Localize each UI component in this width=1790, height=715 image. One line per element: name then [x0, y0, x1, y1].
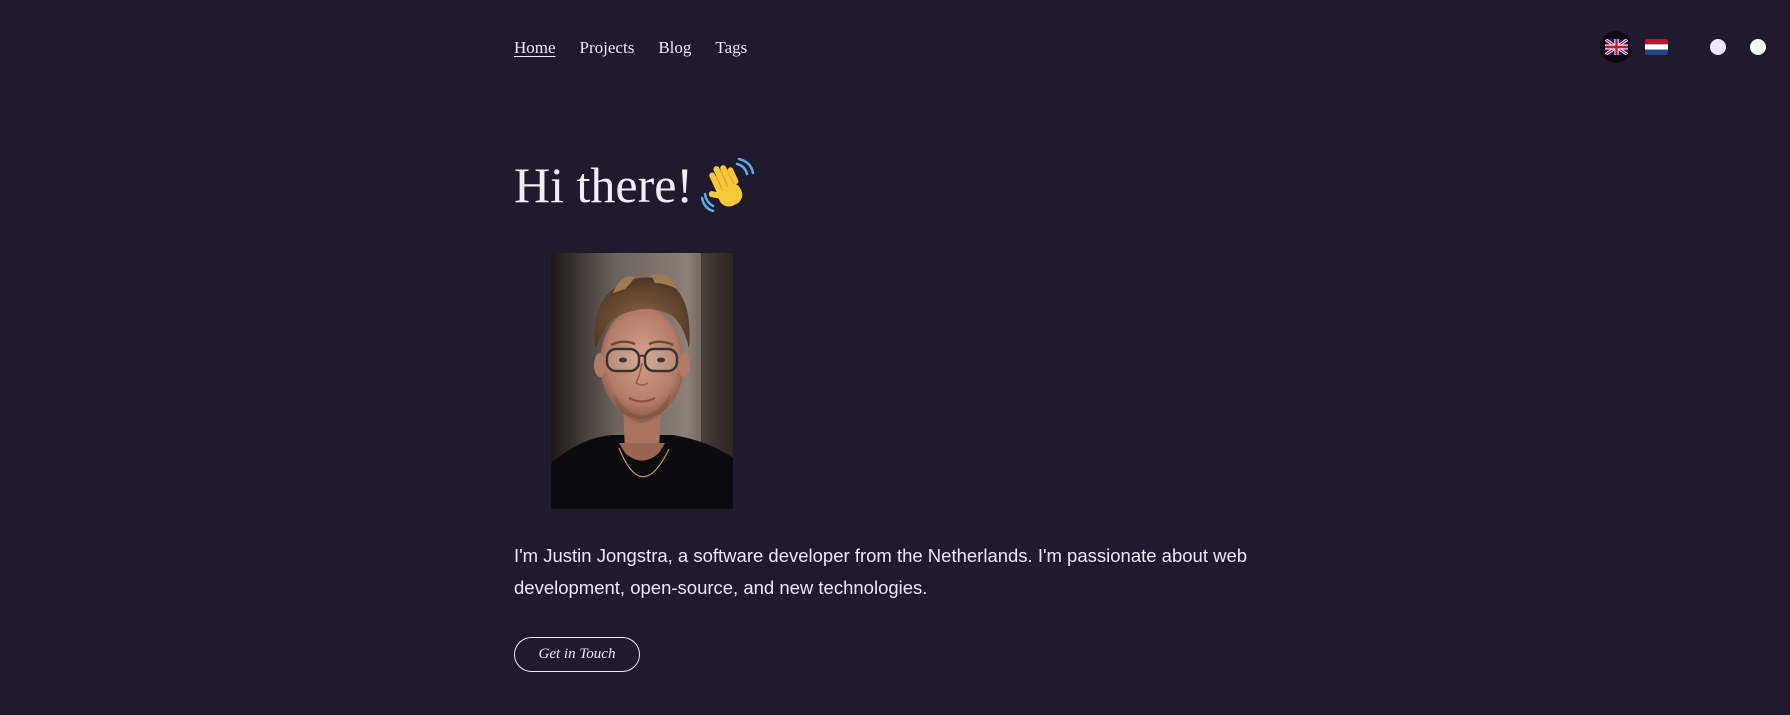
- language-dutch-button[interactable]: [1640, 31, 1672, 63]
- language-english-button[interactable]: [1600, 31, 1632, 63]
- profile-photo: [551, 253, 733, 509]
- intro-paragraph: I'm Justin Jongstra, a software develope…: [514, 545, 1248, 598]
- get-in-touch-button[interactable]: Get in Touch: [514, 637, 640, 672]
- netherlands-flag-icon: [1644, 39, 1668, 55]
- waving-hand-icon: [701, 158, 755, 212]
- hero-section: Hi there! I'm Justin Jongstra, a softwar…: [514, 150, 1294, 672]
- nav-item-blog[interactable]: Blog: [658, 34, 691, 62]
- hero-heading: Hi there!: [514, 150, 1294, 220]
- nav-item-projects[interactable]: Projects: [580, 34, 635, 62]
- nav-item-tags[interactable]: Tags: [715, 34, 747, 62]
- uk-flag-icon: [1604, 39, 1628, 55]
- color-toggle-dot[interactable]: [1750, 39, 1766, 55]
- main-nav: Home Projects Blog Tags: [514, 34, 771, 62]
- nav-item-home[interactable]: Home: [514, 34, 556, 62]
- hero-heading-text: Hi there!: [514, 157, 694, 213]
- theme-toggle-dot[interactable]: [1710, 39, 1726, 55]
- header-controls: [1590, 30, 1790, 64]
